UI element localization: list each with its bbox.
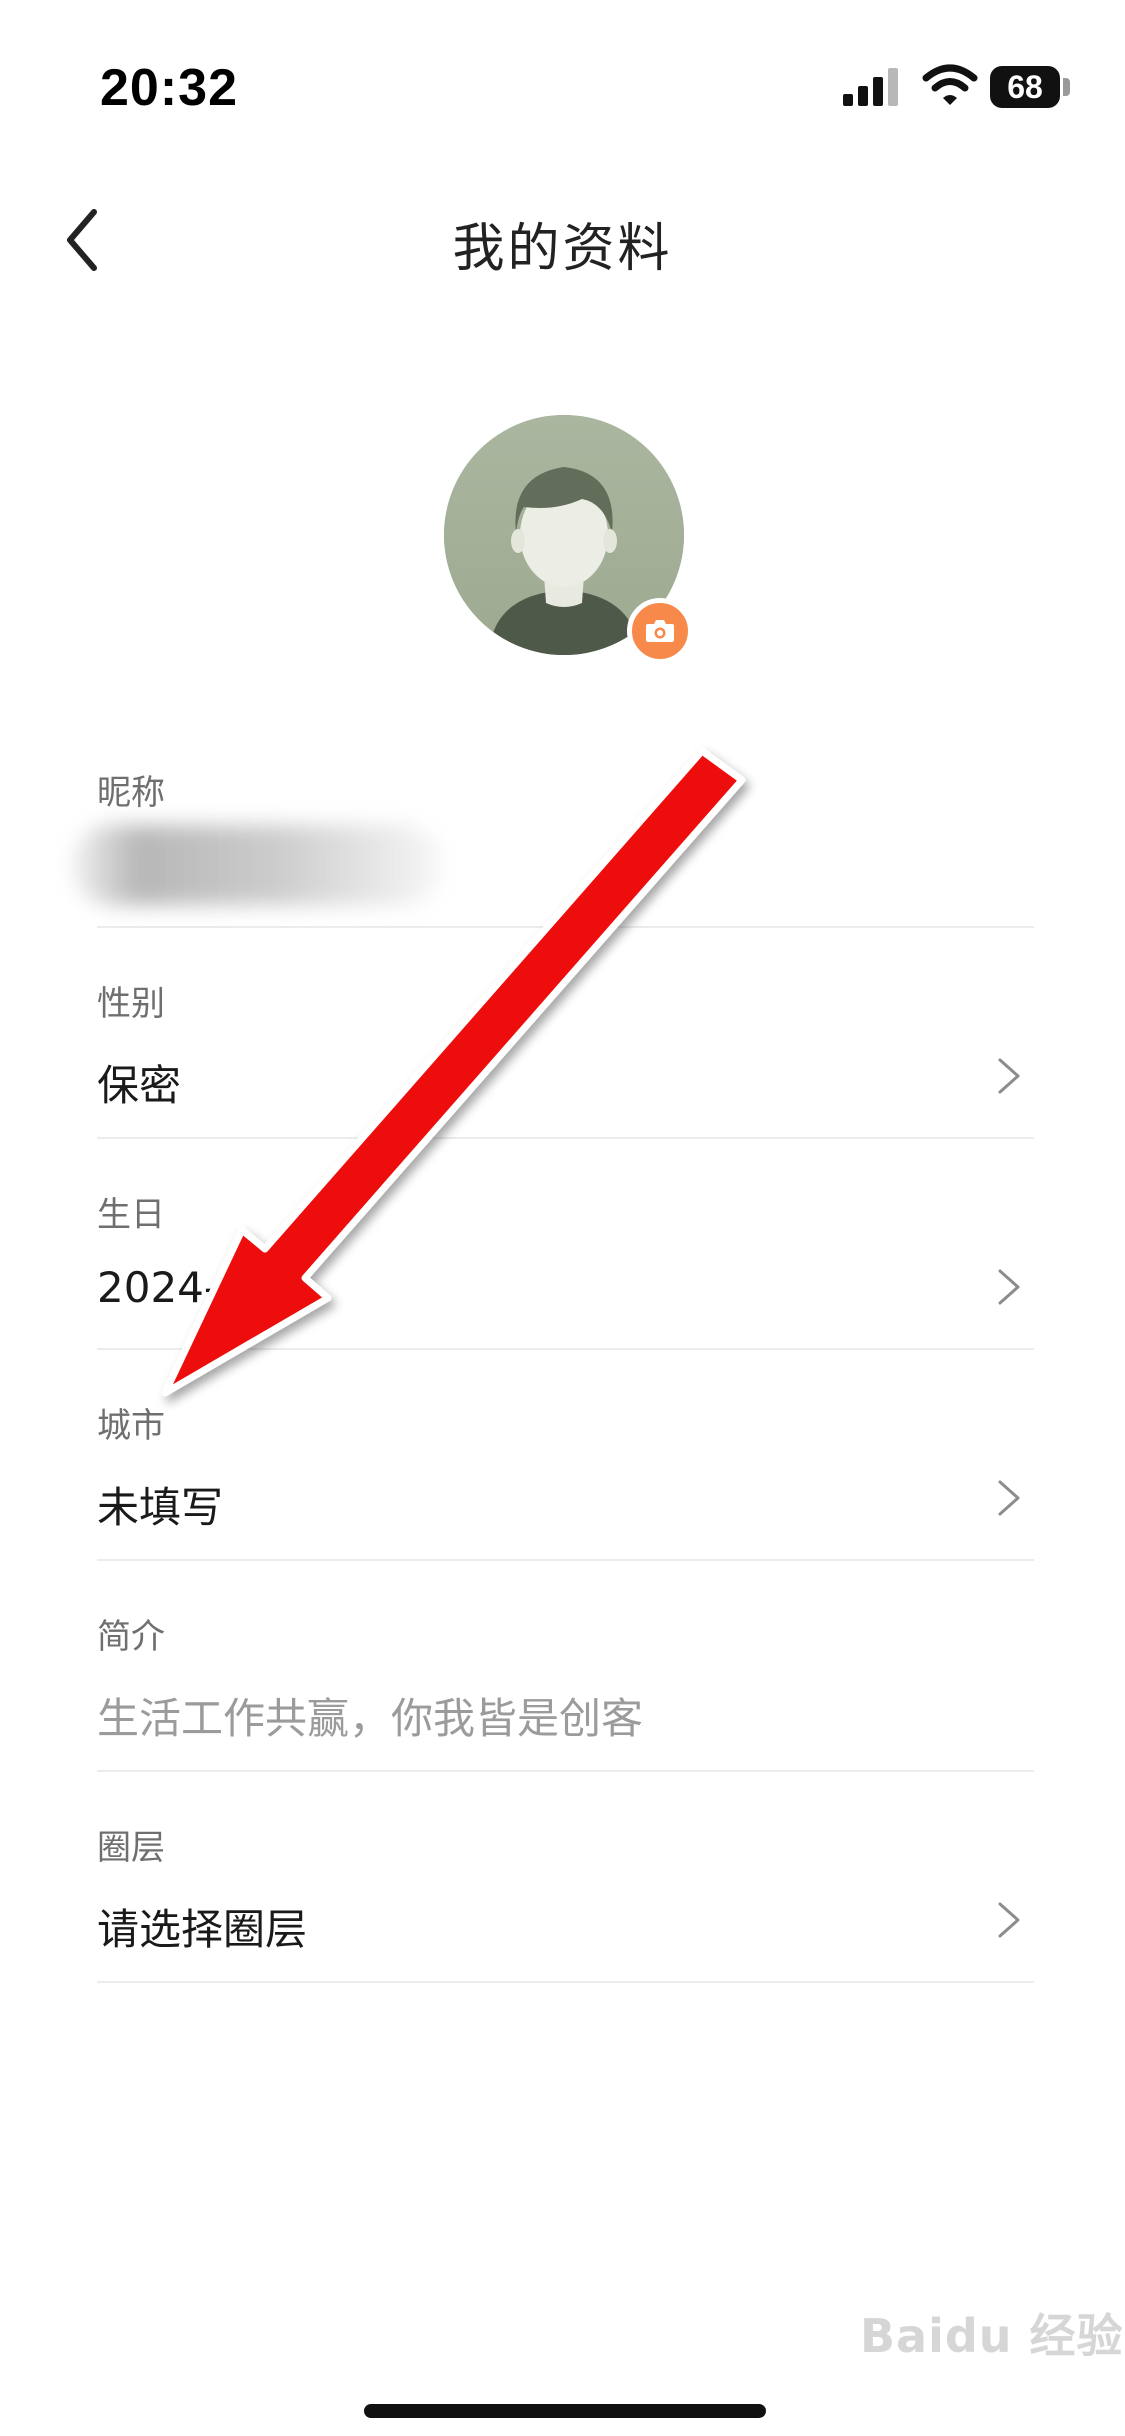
city-row[interactable]: 城市 未填写 [97, 1348, 1034, 1561]
avatar-button[interactable] [444, 415, 693, 664]
chevron-right-icon [998, 1269, 1020, 1305]
circle-row[interactable]: 圈层 请选择圈层 [97, 1770, 1034, 1983]
wifi-icon [922, 64, 978, 105]
birthday-row[interactable]: 生日 2024- -14 [97, 1137, 1034, 1350]
home-indicator[interactable] [364, 2404, 766, 2418]
bio-label: 简介 [97, 1617, 165, 1657]
battery-icon: 68 [990, 66, 1060, 108]
baidu-watermark: Baidu 经验 [860, 2309, 1124, 2363]
birthday-value: 2024- -14 [97, 1263, 301, 1312]
city-value: 未填写 [97, 1483, 224, 1532]
battery-cap [1063, 78, 1070, 96]
nav-bar: 我的资料 [0, 170, 1125, 300]
status-time: 20:32 [100, 59, 238, 117]
circle-label: 圈层 [97, 1828, 165, 1868]
nickname-row[interactable]: 昵称 [72, 715, 1034, 928]
nickname-label: 昵称 [97, 773, 165, 813]
change-avatar-button[interactable] [627, 598, 693, 664]
page-title: 我的资料 [452, 219, 673, 279]
chevron-right-icon [998, 1480, 1020, 1516]
chevron-right-icon [998, 1902, 1020, 1938]
battery-level: 68 [1007, 69, 1043, 105]
birthday-label: 生日 [97, 1195, 165, 1235]
gender-row[interactable]: 性别 保密 [97, 926, 1034, 1139]
status-bar: 20:32 68 [0, 0, 1125, 170]
circle-value: 请选择圈层 [97, 1905, 308, 1954]
nickname-value-blurred [72, 825, 442, 905]
city-label: 城市 [97, 1406, 165, 1446]
cellular-signal-icon [843, 68, 898, 106]
gender-label: 性别 [97, 984, 165, 1024]
bio-row[interactable]: 简介 生活工作共赢，你我皆是创客 [97, 1559, 1034, 1772]
bio-input[interactable]: 生活工作共赢，你我皆是创客 [97, 1685, 643, 1746]
gender-value: 保密 [97, 1061, 182, 1110]
chevron-right-icon [998, 1058, 1020, 1094]
camera-icon [646, 620, 674, 642]
